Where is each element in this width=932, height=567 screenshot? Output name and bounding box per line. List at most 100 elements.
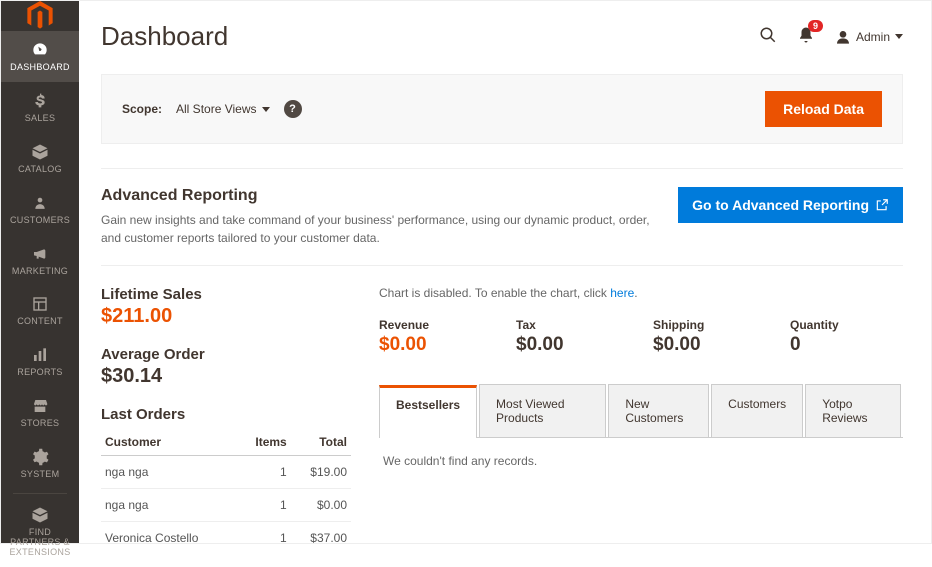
average-order-stat: Average Order $30.14 — [101, 346, 351, 388]
admin-sidebar: DASHBOARD SALES CATALOG CUSTOMERS MARKET… — [1, 1, 79, 543]
nav-label: CATALOG — [18, 165, 62, 175]
person-icon — [30, 193, 50, 213]
tab-new-customers[interactable]: New Customers — [608, 384, 709, 437]
advanced-reporting-button[interactable]: Go to Advanced Reporting — [678, 187, 903, 223]
tab-yotpo[interactable]: Yotpo Reviews — [805, 384, 901, 437]
last-orders-table: Customer Items Total nga nga 1 $19.00 — [101, 429, 351, 543]
help-icon[interactable]: ? — [284, 100, 302, 118]
nav-label: CONTENT — [17, 317, 63, 327]
col-total: Total — [291, 429, 351, 456]
nav-label: FIND PARTNERS & EXTENSIONS — [10, 528, 71, 558]
table-row[interactable]: nga nga 1 $0.00 — [101, 489, 351, 522]
bars-icon — [30, 345, 50, 365]
puzzle-icon — [30, 505, 50, 525]
nav-label: DASHBOARD — [10, 63, 70, 73]
advanced-title: Advanced Reporting — [101, 187, 654, 205]
page-header: Dashboard 9 Admin — [101, 21, 903, 52]
cell-customer: Veronica Costello — [101, 522, 238, 544]
table-row[interactable]: nga nga 1 $19.00 — [101, 456, 351, 489]
dollar-icon — [30, 91, 50, 111]
nav-customers[interactable]: CUSTOMERS — [1, 184, 79, 235]
notif-count: 9 — [808, 20, 823, 32]
nav-partners[interactable]: FIND PARTNERS & EXTENSIONS — [13, 496, 67, 567]
scope-label: Scope: — [122, 102, 162, 116]
magento-logo[interactable] — [1, 1, 79, 31]
col-customer: Customer — [101, 429, 238, 456]
megaphone-icon — [30, 244, 50, 264]
metric-label: Shipping — [653, 318, 766, 332]
chevron-down-icon — [262, 107, 270, 112]
cell-total: $0.00 — [291, 489, 351, 522]
advanced-reporting-section: Advanced Reporting Gain new insights and… — [101, 187, 903, 266]
nav-catalog[interactable]: CATALOG — [1, 133, 79, 184]
nav-marketing[interactable]: MARKETING — [1, 235, 79, 286]
nav-label: SALES — [25, 114, 56, 124]
table-row[interactable]: Veronica Costello 1 $37.00 — [101, 522, 351, 544]
external-link-icon — [875, 198, 889, 212]
nav-label: SYSTEM — [21, 470, 60, 480]
cell-items: 1 — [238, 456, 291, 489]
cell-items: 1 — [238, 489, 291, 522]
col-items: Items — [238, 429, 291, 456]
nav-system[interactable]: SYSTEM — [1, 438, 79, 489]
cell-items: 1 — [238, 522, 291, 544]
user-icon — [835, 29, 851, 45]
stat-title: Lifetime Sales — [101, 286, 351, 303]
metric-value: 0 — [790, 334, 903, 356]
metric-label: Tax — [516, 318, 629, 332]
cell-customer: nga nga — [101, 489, 238, 522]
stat-value: $211.00 — [101, 305, 351, 328]
nav-reports[interactable]: REPORTS — [1, 336, 79, 387]
metric-revenue: Revenue $0.00 — [379, 318, 492, 356]
layout-icon — [30, 294, 50, 314]
main-content: Dashboard 9 Admin Scope: All Store Views — [79, 1, 931, 543]
tab-most-viewed[interactable]: Most Viewed Products — [479, 384, 606, 437]
box-icon — [30, 142, 50, 162]
search-icon[interactable] — [759, 26, 777, 47]
nav-content[interactable]: CONTENT — [1, 285, 79, 336]
metric-value: $0.00 — [653, 334, 766, 356]
notifications-button[interactable]: 9 — [797, 26, 815, 47]
scope-select[interactable]: All Store Views — [176, 102, 269, 116]
scope-bar: Scope: All Store Views ? Reload Data — [101, 74, 903, 144]
tab-content-empty: We couldn't find any records. — [379, 438, 903, 484]
advanced-desc: Gain new insights and take command of yo… — [101, 211, 654, 247]
admin-label: Admin — [856, 30, 890, 44]
admin-menu[interactable]: Admin — [835, 29, 903, 45]
cell-total: $37.00 — [291, 522, 351, 544]
nav-dashboard[interactable]: DASHBOARD — [1, 31, 79, 82]
chart-disabled-note: Chart is disabled. To enable the chart, … — [379, 286, 903, 300]
nav-label: MARKETING — [12, 267, 68, 277]
tab-bestsellers[interactable]: Bestsellers — [379, 385, 477, 438]
nav-label: STORES — [21, 419, 60, 429]
metric-label: Quantity — [790, 318, 903, 332]
metric-tax: Tax $0.00 — [516, 318, 629, 356]
cell-customer: nga nga — [101, 456, 238, 489]
metrics-row: Revenue $0.00 Tax $0.00 Shipping $0.00 Q… — [379, 318, 903, 356]
chevron-down-icon — [895, 34, 903, 39]
cell-total: $19.00 — [291, 456, 351, 489]
stat-value: $30.14 — [101, 365, 351, 388]
nav-sales[interactable]: SALES — [1, 82, 79, 133]
nav-label: CUSTOMERS — [10, 216, 70, 226]
metric-label: Revenue — [379, 318, 492, 332]
page-title: Dashboard — [101, 21, 228, 52]
reload-data-button[interactable]: Reload Data — [765, 91, 882, 127]
scope-value: All Store Views — [176, 102, 256, 116]
stat-title: Average Order — [101, 346, 351, 363]
last-orders-title: Last Orders — [101, 406, 351, 423]
metric-value: $0.00 — [516, 334, 629, 356]
gear-icon — [30, 447, 50, 467]
advanced-button-label: Go to Advanced Reporting — [692, 197, 869, 213]
metric-shipping: Shipping $0.00 — [653, 318, 766, 356]
metric-quantity: Quantity 0 — [790, 318, 903, 356]
metric-value: $0.00 — [379, 334, 492, 356]
nav-stores[interactable]: STORES — [1, 387, 79, 438]
lifetime-sales-stat: Lifetime Sales $211.00 — [101, 286, 351, 328]
last-orders-section: Last Orders Customer Items Total nga nga — [101, 406, 351, 543]
gauge-icon — [30, 40, 50, 60]
tab-customers[interactable]: Customers — [711, 384, 803, 437]
nav-label: REPORTS — [17, 368, 62, 378]
product-tabs: Bestsellers Most Viewed Products New Cus… — [379, 384, 903, 438]
enable-chart-link[interactable]: here — [610, 286, 634, 300]
